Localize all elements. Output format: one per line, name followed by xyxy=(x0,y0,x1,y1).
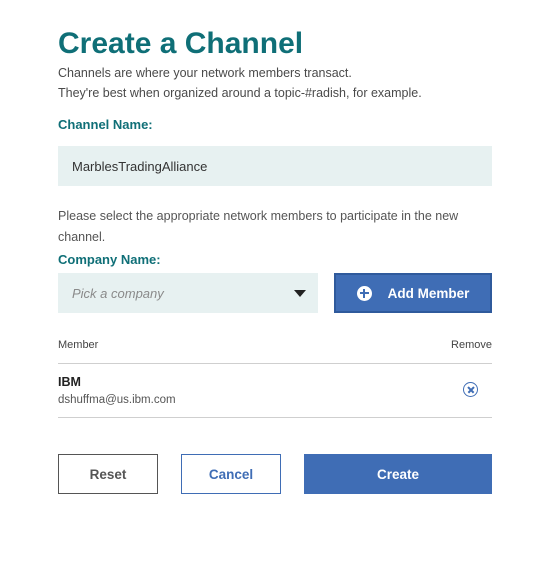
plus-circle-icon xyxy=(356,285,372,301)
members-table-header: Member Remove xyxy=(58,339,492,364)
subtitle-line-2: They're best when organized around a top… xyxy=(58,86,422,100)
form-actions: Reset Cancel Create xyxy=(58,454,492,494)
company-name-label: Company Name: xyxy=(58,252,161,267)
member-name: IBM xyxy=(58,375,81,389)
page-subtitle: Channels are where your network members … xyxy=(58,63,492,103)
create-channel-form: Create a Channel Channels are where your… xyxy=(58,26,492,494)
subtitle-line-1: Channels are where your network members … xyxy=(58,66,352,80)
company-row: Pick a company Add Member xyxy=(58,273,492,313)
members-help-text: Please select the appropriate network me… xyxy=(58,209,459,244)
cancel-button[interactable]: Cancel xyxy=(181,454,281,494)
members-table: Member Remove IBM dshuffma@us.ibm.com xyxy=(58,339,492,418)
close-circle-icon[interactable] xyxy=(463,382,478,397)
reset-button[interactable]: Reset xyxy=(58,454,158,494)
col-member-header: Member xyxy=(58,339,99,351)
channel-name-label: Channel Name: xyxy=(58,117,153,132)
channel-name-input[interactable] xyxy=(58,146,492,186)
col-remove-header: Remove xyxy=(451,339,492,351)
page-title: Create a Channel xyxy=(58,27,304,60)
company-select-placeholder: Pick a company xyxy=(72,285,164,301)
member-email: dshuffma@us.ibm.com xyxy=(58,394,176,406)
caret-down-icon xyxy=(294,290,306,297)
table-row: IBM dshuffma@us.ibm.com xyxy=(58,364,492,418)
create-button[interactable]: Create xyxy=(304,454,492,494)
company-select[interactable]: Pick a company xyxy=(58,273,318,313)
add-member-button[interactable]: Add Member xyxy=(334,273,492,313)
add-member-label: Add Member xyxy=(387,285,470,301)
